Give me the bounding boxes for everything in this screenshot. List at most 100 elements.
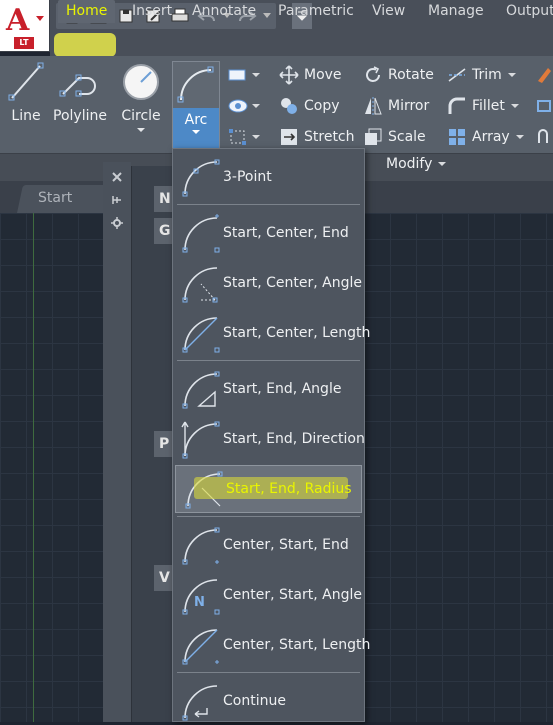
tab-annotate[interactable]: Annotate bbox=[192, 0, 256, 23]
fillet-dropdown-icon[interactable] bbox=[510, 104, 519, 108]
palette-close-icon[interactable] bbox=[110, 170, 124, 184]
modify-panel-label: Modify bbox=[386, 156, 433, 172]
scale-tool[interactable]: Scale bbox=[362, 124, 426, 150]
copy-tool[interactable]: Copy bbox=[278, 93, 340, 119]
menu-item-label: Start, Center, End bbox=[223, 225, 349, 241]
copy-icon bbox=[278, 95, 300, 117]
arc-tool[interactable]: Arc bbox=[172, 61, 220, 149]
tab-parametric[interactable]: Parametric bbox=[278, 0, 354, 23]
menu-item-start-center-length[interactable]: Start, Center, Length bbox=[173, 309, 370, 357]
line-icon bbox=[8, 62, 44, 101]
copy-label: Copy bbox=[304, 98, 340, 114]
rectangle-tool[interactable] bbox=[228, 62, 260, 88]
menu-item-label: Center, Start, Length bbox=[223, 637, 371, 653]
palette-settings-icon[interactable] bbox=[110, 216, 124, 230]
menu-item-start-center-end[interactable]: Start, Center, End bbox=[173, 209, 364, 257]
trim-tool[interactable]: Trim bbox=[446, 62, 516, 88]
fillet-icon bbox=[446, 95, 468, 117]
mirror-icon bbox=[362, 95, 384, 117]
eraser-icon bbox=[538, 68, 551, 83]
circle-icon bbox=[123, 64, 159, 100]
arc-continue-icon bbox=[182, 685, 218, 721]
polyline-icon bbox=[59, 74, 96, 97]
menu-item-start-end-direction[interactable]: Start, End, Direction bbox=[173, 415, 365, 463]
polyline-label: Polyline bbox=[53, 108, 107, 124]
arc-start-end-direction-icon bbox=[181, 421, 220, 459]
menu-item-continue[interactable]: Continue bbox=[173, 677, 364, 725]
menu-item-start-center-angle[interactable]: Start, Center, Angle bbox=[173, 259, 364, 307]
fillet-tool[interactable]: Fillet bbox=[446, 93, 519, 119]
palette-autohide-icon[interactable] bbox=[110, 193, 124, 207]
menu-item-label: Center, Start, Angle bbox=[223, 587, 362, 603]
circle-label: Circle bbox=[121, 108, 161, 124]
stretch-icon bbox=[278, 126, 300, 148]
trim-label: Trim bbox=[472, 67, 502, 83]
arc-label: Arc bbox=[184, 112, 208, 128]
circle-dropdown-caret-icon[interactable] bbox=[137, 128, 145, 132]
explode-tool[interactable] bbox=[536, 93, 552, 119]
region-icon bbox=[229, 129, 246, 145]
redo-dropdown-icon[interactable] bbox=[262, 4, 272, 28]
stretch-tool[interactable]: Stretch bbox=[278, 124, 355, 150]
rectangle-icon bbox=[228, 69, 246, 81]
arc-dropdown-menu: 3-Point Start, Center, End Start, Center… bbox=[172, 148, 370, 725]
array-label: Array bbox=[472, 129, 510, 145]
rectangle-dropdown-icon[interactable] bbox=[252, 73, 260, 77]
trim-icon bbox=[446, 64, 468, 86]
arc-center-start-angle-icon: N bbox=[182, 579, 220, 615]
polyline-tool[interactable]: Polyline bbox=[52, 60, 108, 124]
menu-item-label: Continue bbox=[223, 693, 286, 709]
y-axis-line bbox=[33, 213, 34, 722]
menu-item-center-start-angle[interactable]: N Center, Start, Angle bbox=[173, 571, 364, 619]
ribbon-tab-bar bbox=[50, 33, 553, 56]
hatch-tool[interactable] bbox=[228, 93, 260, 119]
menu-item-label: Start, End, Direction bbox=[223, 431, 365, 447]
arc-start-center-angle-icon bbox=[182, 267, 218, 303]
circle-tool[interactable]: Circle bbox=[118, 60, 164, 132]
tab-insert[interactable]: Insert bbox=[132, 0, 172, 23]
modify-panel-title[interactable]: Modify bbox=[386, 156, 447, 172]
mirror-label: Mirror bbox=[388, 98, 430, 114]
erase-tool[interactable] bbox=[536, 62, 552, 88]
array-dropdown-icon[interactable] bbox=[515, 135, 524, 139]
menu-item-label: Start, End, Radius bbox=[226, 481, 352, 497]
array-tool[interactable]: Array bbox=[446, 124, 524, 150]
offset-tool[interactable] bbox=[536, 124, 552, 150]
menu-item-center-start-end[interactable]: Center, Start, End bbox=[173, 521, 364, 569]
arc-center-start-length-icon bbox=[182, 629, 219, 665]
arc-start-center-length-icon bbox=[182, 317, 220, 353]
tab-home[interactable]: Home bbox=[58, 0, 116, 23]
move-tool[interactable]: Move bbox=[278, 62, 342, 88]
menu-item-label: Center, Start, End bbox=[223, 537, 349, 553]
file-tab-start-label: Start bbox=[38, 190, 73, 206]
region-dropdown-icon[interactable] bbox=[252, 135, 260, 139]
menu-separator bbox=[177, 516, 360, 517]
menu-separator bbox=[177, 672, 360, 673]
application-menu-button[interactable]: A LT bbox=[0, 0, 50, 52]
fillet-label: Fillet bbox=[472, 98, 505, 114]
hatch-dropdown-icon[interactable] bbox=[252, 104, 260, 108]
rotate-tool[interactable]: Rotate bbox=[362, 62, 434, 88]
menu-item-label: 3-Point bbox=[223, 169, 272, 185]
arc-dropdown-button[interactable]: Arc bbox=[173, 108, 219, 148]
move-label: Move bbox=[304, 67, 342, 83]
line-tool[interactable]: Line bbox=[4, 60, 48, 124]
line-label: Line bbox=[11, 108, 41, 124]
arc-dropdown-caret-icon bbox=[192, 130, 200, 134]
modify-panel-caret-icon bbox=[438, 162, 447, 166]
explode-icon bbox=[537, 100, 551, 112]
region-tool[interactable] bbox=[228, 124, 260, 150]
hatch-icon bbox=[228, 99, 248, 113]
menu-item-start-end-angle[interactable]: Start, End, Angle bbox=[173, 365, 364, 413]
arc-start-end-angle-icon bbox=[182, 371, 220, 409]
menu-item-3-point[interactable]: 3-Point bbox=[173, 153, 364, 201]
tab-output[interactable]: Output bbox=[506, 0, 553, 23]
mirror-tool[interactable]: Mirror bbox=[362, 93, 429, 119]
menu-item-center-start-length[interactable]: Center, Start, Length bbox=[173, 621, 370, 669]
app-edition-badge: LT bbox=[14, 37, 34, 49]
trim-dropdown-icon[interactable] bbox=[507, 73, 516, 77]
palette-title-strip bbox=[103, 162, 131, 722]
tab-manage[interactable]: Manage bbox=[428, 0, 484, 23]
app-logo-letter: A bbox=[6, 3, 30, 38]
tab-view[interactable]: View bbox=[372, 0, 405, 23]
